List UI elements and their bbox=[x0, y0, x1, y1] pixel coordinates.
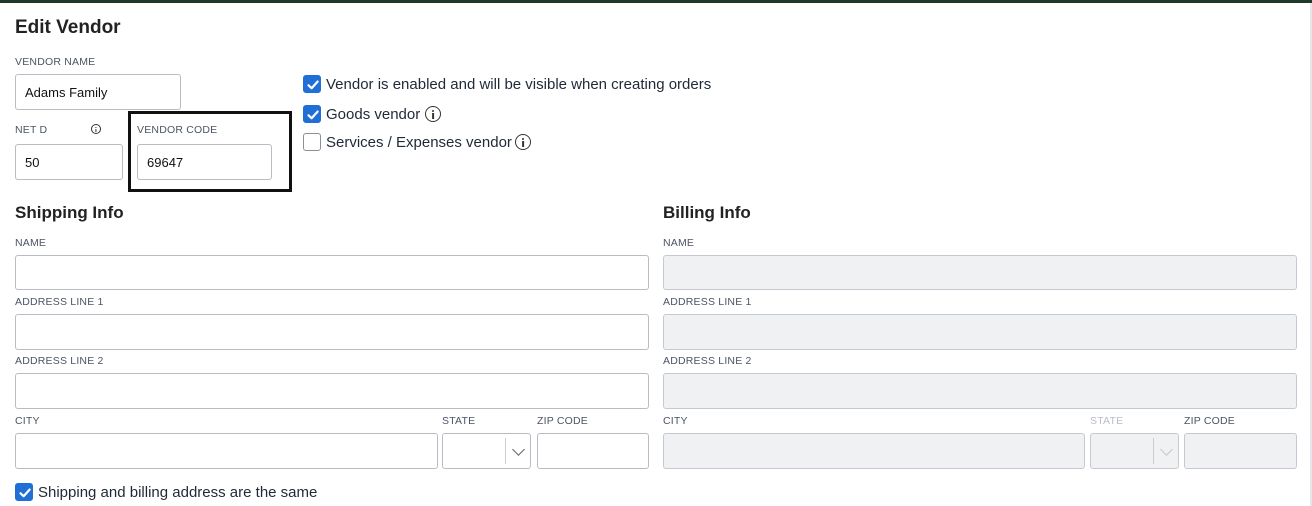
net-d-label: NET D bbox=[15, 124, 48, 136]
shipping-state-label: STATE bbox=[442, 415, 476, 427]
goods-vendor-checkbox[interactable] bbox=[303, 105, 321, 123]
shipping-address1-label: ADDRESS LINE 1 bbox=[15, 296, 104, 308]
billing-name-input bbox=[663, 255, 1297, 290]
services-vendor-info-icon[interactable] bbox=[515, 134, 531, 150]
shipping-info-title: Shipping Info bbox=[15, 203, 124, 222]
billing-state-label: STATE bbox=[1090, 415, 1124, 427]
page-title: Edit Vendor bbox=[15, 17, 121, 38]
billing-city-input bbox=[663, 433, 1085, 469]
shipping-city-input[interactable] bbox=[15, 433, 438, 469]
net-d-info-icon[interactable] bbox=[91, 124, 101, 134]
vendor-name-input[interactable] bbox=[15, 74, 181, 110]
billing-state-select bbox=[1090, 433, 1179, 469]
goods-vendor-info-icon[interactable] bbox=[425, 106, 441, 122]
vendor-code-label: VENDOR CODE bbox=[137, 124, 218, 136]
select-divider bbox=[1153, 438, 1154, 464]
chevron-down-icon bbox=[1160, 443, 1173, 456]
shipping-zip-label: ZIP CODE bbox=[537, 415, 588, 427]
vendor-code-input[interactable] bbox=[137, 144, 272, 180]
billing-info-title: Billing Info bbox=[663, 203, 751, 222]
vendor-enabled-label: Vendor is enabled and will be visible wh… bbox=[326, 76, 712, 93]
same-address-checkbox[interactable] bbox=[15, 483, 33, 501]
vendor-enabled-checkbox[interactable] bbox=[303, 75, 321, 93]
vendor-name-label: VENDOR NAME bbox=[15, 56, 96, 68]
billing-address1-label: ADDRESS LINE 1 bbox=[663, 296, 752, 308]
shipping-state-select[interactable] bbox=[442, 433, 531, 469]
shipping-city-label: CITY bbox=[15, 415, 40, 427]
top-accent-bar bbox=[0, 0, 1312, 3]
services-vendor-label: Services / Expenses vendor bbox=[326, 134, 512, 151]
chevron-down-icon bbox=[512, 443, 525, 456]
same-address-label: Shipping and billing address are the sam… bbox=[38, 484, 318, 501]
billing-zip-label: ZIP CODE bbox=[1184, 415, 1235, 427]
checkmark-icon bbox=[307, 110, 319, 120]
shipping-address1-input[interactable] bbox=[15, 314, 649, 350]
billing-address2-label: ADDRESS LINE 2 bbox=[663, 355, 752, 367]
checkmark-icon bbox=[307, 80, 319, 90]
shipping-name-label: NAME bbox=[15, 237, 47, 249]
shipping-zip-input[interactable] bbox=[537, 433, 649, 469]
shipping-address2-input[interactable] bbox=[15, 373, 649, 409]
shipping-address2-label: ADDRESS LINE 2 bbox=[15, 355, 104, 367]
billing-name-label: NAME bbox=[663, 237, 695, 249]
goods-vendor-label: Goods vendor bbox=[326, 106, 421, 123]
billing-address2-input bbox=[663, 373, 1297, 409]
checkmark-icon bbox=[19, 488, 31, 498]
billing-address1-input bbox=[663, 314, 1297, 350]
billing-zip-input bbox=[1184, 433, 1297, 469]
services-vendor-checkbox[interactable] bbox=[303, 133, 321, 151]
shipping-name-input[interactable] bbox=[15, 255, 649, 290]
billing-city-label: CITY bbox=[663, 415, 688, 427]
net-d-input[interactable] bbox=[15, 144, 123, 180]
select-divider bbox=[505, 438, 506, 464]
